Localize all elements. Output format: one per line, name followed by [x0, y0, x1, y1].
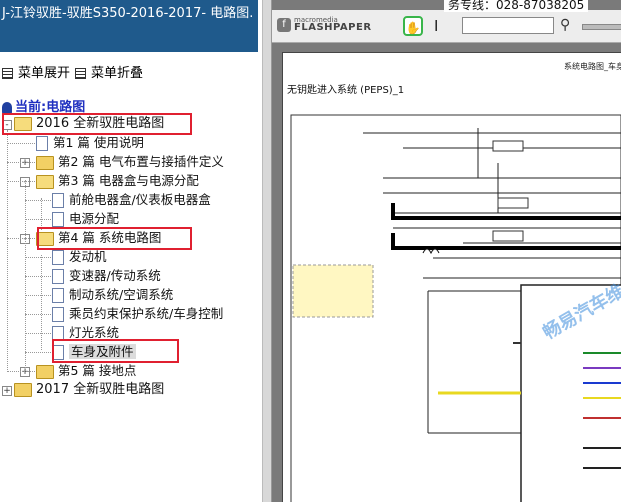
tree-item-label: 制动系统/空调系统	[69, 287, 174, 302]
tree-item[interactable]: 制动系统/空调系统	[52, 286, 173, 304]
search-icon[interactable]: ⚲	[560, 17, 570, 33]
tree-connector	[25, 333, 51, 334]
folder-icon	[14, 382, 32, 397]
folder-open-icon	[36, 174, 54, 189]
document-title: J-江铃驭胜-驭胜S350-2016-2017- 电路图.	[0, 0, 258, 52]
tree-connector	[25, 219, 51, 220]
flashpaper-logo-icon: f	[277, 18, 291, 32]
tree-connector	[41, 198, 42, 230]
collapse-label: 菜单折叠	[91, 66, 144, 81]
tree-item[interactable]: 电源分配	[52, 210, 119, 228]
tree-item-label: 变速器/传动系统	[69, 268, 161, 283]
highlight-box-body-accessories	[52, 339, 179, 363]
wiring-diagram	[290, 114, 621, 502]
location-pin-icon	[2, 101, 12, 114]
document-icon	[52, 212, 64, 227]
tree-item-label: 第1 篇 使用说明	[53, 135, 144, 150]
tree-item[interactable]: 前舱电器盒/仪表板电器盒	[52, 191, 211, 209]
text-select-tool-button[interactable]: Ι	[434, 17, 438, 35]
tree-connector	[41, 255, 42, 350]
highlight-box-2016	[2, 113, 192, 135]
expand-icon	[2, 68, 13, 79]
document-icon	[52, 307, 64, 322]
tree-item-label: 第2 篇 电气布置与接插件定义	[58, 154, 224, 169]
tree-item[interactable]: 第1 篇 使用说明	[36, 134, 144, 152]
folder-icon	[36, 155, 54, 170]
tree-item-label: 前舱电器盒/仪表板电器盒	[69, 192, 211, 207]
tree-connector	[7, 371, 35, 372]
service-hotline: 务专线：028-87038205	[444, 0, 589, 12]
tree-item-label: 第3 篇 电器盒与电源分配	[58, 173, 199, 188]
tree-connector	[25, 257, 51, 258]
tree-item[interactable]: 第3 篇 电器盒与电源分配	[36, 172, 199, 190]
document-icon	[52, 250, 64, 265]
collapse-menu-button[interactable]: 菜单折叠	[75, 62, 143, 81]
navigation-panel: J-江铃驭胜-驭胜S350-2016-2017- 电路图. 菜单展开 菜单折叠 …	[0, 0, 262, 502]
tree-connector	[7, 162, 35, 163]
tree-item-label: 第5 篇 接地点	[58, 363, 137, 378]
tree-item[interactable]: 发动机	[52, 248, 107, 266]
tree-item-label: 灯光系统	[69, 325, 120, 340]
tree-item-label: 乘员约束保护系统/车身控制	[69, 306, 224, 321]
flashpaper-brand: macromedia FLASHPAPER	[294, 16, 372, 33]
tree-connector	[25, 352, 51, 353]
tree-item[interactable]: 2017 全新驭胜电路图	[14, 381, 164, 399]
brand-big: FLASHPAPER	[294, 22, 372, 33]
tree-connector	[7, 181, 35, 182]
expand-label: 菜单展开	[18, 66, 71, 81]
tree-item[interactable]: 第5 篇 接地点	[36, 362, 136, 380]
tree-item-label: 发动机	[69, 249, 107, 264]
tree-connector	[7, 130, 8, 370]
document-icon	[52, 269, 64, 284]
tree-item-label: 2017 全新驭胜电路图	[36, 382, 165, 397]
document-page: 系统电路图_车身 无钥匙进入系统 (PEPS)_1 畅易汽车维	[282, 52, 621, 502]
panel-splitter[interactable]	[262, 0, 272, 502]
viewer-toolbar: f macromedia FLASHPAPER ✋ Ι ⚲	[272, 10, 621, 43]
document-icon	[36, 136, 48, 151]
tree-item-label: 电源分配	[69, 211, 120, 226]
hand-tool-button[interactable]: ✋	[403, 16, 423, 36]
document-icon	[52, 193, 64, 208]
tree-item[interactable]: 乘员约束保护系统/车身控制	[52, 305, 223, 323]
tree-item[interactable]: 变速器/传动系统	[52, 267, 161, 285]
folder-icon	[36, 364, 54, 379]
tree-connector	[25, 276, 51, 277]
document-icon	[52, 288, 64, 303]
tree-connector	[7, 238, 35, 239]
search-input[interactable]	[462, 17, 554, 34]
tree-connector	[25, 295, 51, 296]
zoom-slider[interactable]	[582, 24, 621, 30]
flashpaper-viewer: f macromedia FLASHPAPER ✋ Ι ⚲ 务专线：028-87…	[272, 0, 621, 502]
tree-connector	[25, 180, 26, 370]
tree-item[interactable]: 第2 篇 电气布置与接插件定义	[36, 153, 224, 171]
tree-connector	[25, 200, 51, 201]
highlight-box-chapter4	[37, 227, 192, 250]
collapse-icon	[75, 68, 86, 79]
expand-menu-button[interactable]: 菜单展开	[2, 62, 70, 81]
expand-toggle-icon[interactable]: +	[2, 386, 12, 396]
expand-toggle-icon[interactable]: +	[20, 158, 30, 168]
tree-connector	[7, 143, 35, 144]
tree-connector	[25, 314, 51, 315]
